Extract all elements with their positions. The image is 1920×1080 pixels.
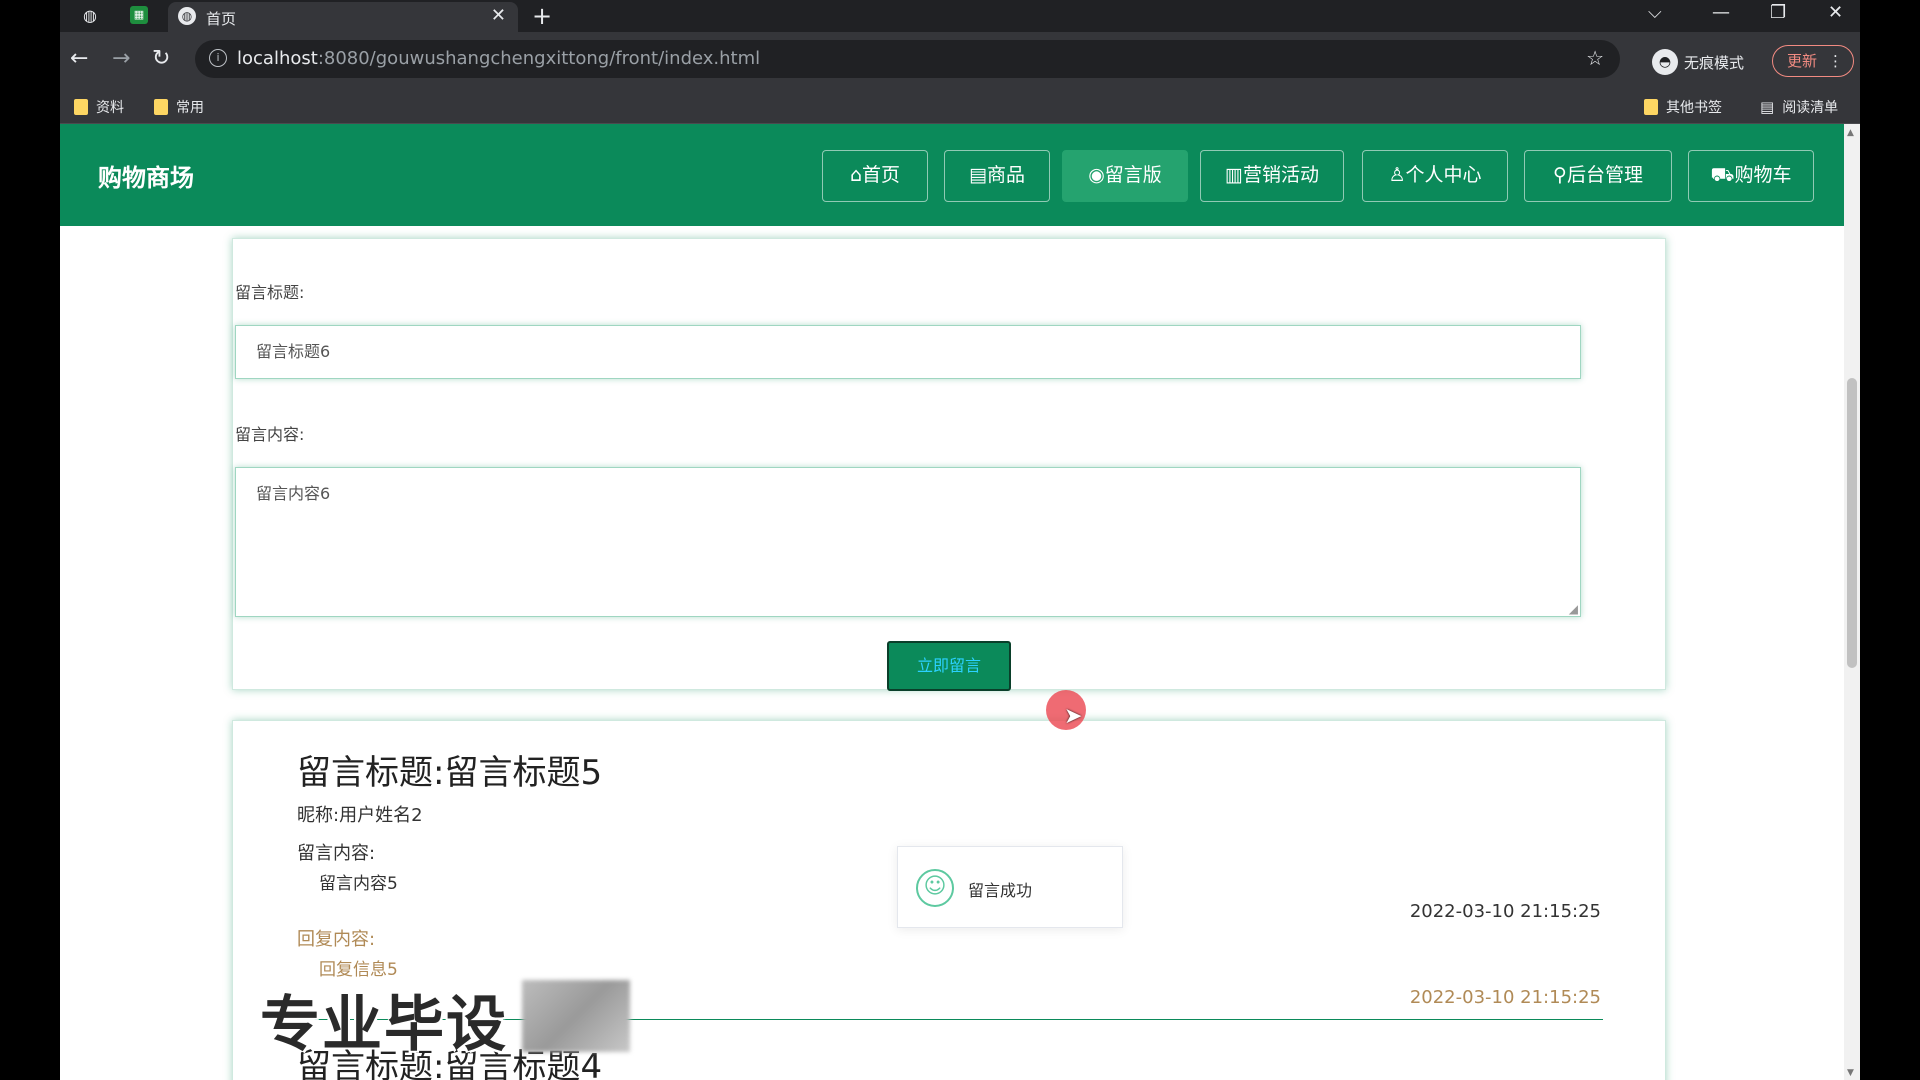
content-label: 留言内容: [235, 425, 305, 444]
browser-window: ◍ ▦ ◍ 首页 ✕ + ⌵ — ❐ ✕ ← → ↻ i localhost:8… [60, 0, 1860, 1080]
address-toolbar: ← → ↻ i localhost:8080/gouwushangchengxi… [60, 32, 1860, 88]
update-label: 更新 [1787, 52, 1818, 70]
bookmark-label: 常用 [176, 100, 204, 116]
tab-home[interactable]: ◍ 首页 ✕ [168, 2, 518, 32]
page-scrollbar[interactable]: ▲ ▼ [1844, 124, 1860, 1080]
reading-list[interactable]: ▤ 阅读清单 [1760, 97, 1838, 117]
message-time: 2022-03-10 21:15:25 [1409, 901, 1601, 922]
message-form-card: 留言标题: 留言标题6 留言内容: 留言内容6 ◢ 立即留言 [232, 238, 1666, 691]
url-host: localhost [237, 48, 318, 69]
minimize-icon[interactable]: — [1712, 2, 1730, 23]
new-tab-button[interactable]: + [532, 2, 552, 30]
scroll-up-icon[interactable]: ▲ [1847, 128, 1854, 138]
restore-icon[interactable]: ❐ [1770, 2, 1786, 23]
nav-admin[interactable]: ⚲后台管理 [1524, 150, 1672, 202]
message-title: 留言标题:留言标题5 [297, 753, 603, 793]
site-brand[interactable]: 购物商场 [98, 158, 194, 193]
nav-label: 购物车 [1734, 164, 1792, 186]
title-input[interactable]: 留言标题6 [235, 325, 1581, 379]
toast-text: 留言成功 [968, 881, 1033, 900]
reply-time: 2022-03-10 21:15:25 [1409, 987, 1601, 1008]
bookmark-star-icon[interactable]: ☆ [1586, 46, 1604, 70]
site-header: 购物商场 ⌂首页 ▤商品 ◉留言版 ▥营销活动 ♙个人中心 ⚲后台管理 ⛟购物车 [60, 124, 1844, 226]
resize-handle-icon[interactable]: ◢ [1569, 602, 1578, 616]
products-icon: ▤ [969, 164, 987, 186]
site-info-icon[interactable]: i [209, 49, 227, 67]
incognito-label: 无痕模式 [1684, 53, 1745, 72]
tab-strip: ◍ ▦ ◍ 首页 ✕ + ⌵ — ❐ ✕ [60, 0, 1860, 32]
smile-icon: ☺ [916, 869, 954, 907]
message-content: 留言内容5 [319, 874, 398, 894]
folder-icon [154, 99, 168, 115]
user-icon: ♙ [1388, 164, 1406, 186]
message-board-icon: ◉ [1088, 164, 1105, 186]
link-icon: ⚲ [1553, 164, 1567, 186]
message-nickname: 昵称:用户姓名2 [297, 805, 423, 826]
bookmark-label: 资料 [96, 100, 124, 116]
bookmark-label: 其他书签 [1666, 100, 1722, 116]
globe-icon: ◍ [178, 7, 196, 25]
other-bookmarks[interactable]: 其他书签 [1644, 97, 1722, 117]
nav-cart[interactable]: ⛟购物车 [1688, 150, 1814, 202]
bookmark-folder-ziliao[interactable]: 资料 [74, 97, 124, 117]
nav-label: 后台管理 [1566, 164, 1643, 186]
nav-label: 留言版 [1104, 164, 1162, 186]
tab-title: 首页 [206, 10, 237, 28]
incognito-indicator[interactable]: ◓ 无痕模式 [1652, 49, 1744, 75]
watermark-text: 专业毕设 [260, 990, 508, 1060]
browser-menu-icon[interactable]: ◍ [80, 6, 100, 26]
update-button[interactable]: 更新 ⋮ [1772, 45, 1854, 77]
close-window-icon[interactable]: ✕ [1828, 2, 1843, 23]
tab-search-icon[interactable]: ⌵ [1648, 2, 1662, 23]
folder-icon [1644, 99, 1658, 115]
message-content-label: 留言内容: [297, 843, 376, 864]
bookmark-folder-changyong[interactable]: 常用 [154, 97, 204, 117]
blurred-region [522, 980, 630, 1052]
url-path: :8080/gouwushangchengxittong/front/index… [317, 48, 761, 69]
kebab-menu-icon[interactable]: ⋮ [1828, 46, 1843, 76]
content-textarea[interactable]: 留言内容6 ◢ [235, 467, 1581, 617]
success-toast: ☺ 留言成功 [897, 846, 1123, 928]
url-bar[interactable]: i localhost:8080/gouwushangchengxittong/… [195, 40, 1620, 78]
mouse-cursor-icon: ➤ [1064, 704, 1083, 729]
nav-label: 个人中心 [1405, 164, 1482, 186]
title-label: 留言标题: [235, 283, 305, 302]
reading-list-icon: ▤ [1760, 98, 1775, 116]
bookmark-label: 阅读清单 [1782, 100, 1839, 116]
close-tab-icon[interactable]: ✕ [491, 5, 506, 26]
scrollbar-thumb[interactable] [1847, 378, 1857, 668]
folder-icon [74, 99, 88, 115]
page-viewport: 购物商场 ⌂首页 ▤商品 ◉留言版 ▥营销活动 ♙个人中心 ⚲后台管理 ⛟购物车… [60, 124, 1860, 1080]
reload-icon[interactable]: ↻ [152, 46, 170, 71]
nav-label: 营销活动 [1242, 164, 1319, 186]
home-icon: ⌂ [849, 164, 863, 186]
bookmarks-bar: 资料 常用 其他书签 ▤ 阅读清单 [60, 88, 1860, 124]
cart-icon: ⛟ [1710, 164, 1735, 186]
nav-products[interactable]: ▤商品 [944, 150, 1050, 202]
nav-label: 首页 [862, 164, 901, 186]
nav-label: 商品 [986, 164, 1025, 186]
submit-message-button[interactable]: 立即留言 [887, 641, 1011, 691]
content-textarea-value: 留言内容6 [256, 484, 331, 503]
sheet-tab-icon[interactable]: ▦ [130, 6, 148, 24]
url-text: localhost:8080/gouwushangchengxittong/fr… [237, 48, 760, 69]
nav-promotions[interactable]: ▥营销活动 [1200, 150, 1344, 202]
reply-label: 回复内容: [297, 929, 376, 950]
back-icon[interactable]: ← [70, 46, 88, 71]
nav-personal-center[interactable]: ♙个人中心 [1362, 150, 1508, 202]
scroll-down-icon[interactable]: ▼ [1847, 1068, 1854, 1078]
forward-icon[interactable]: → [112, 46, 130, 71]
nav-message-board[interactable]: ◉留言版 [1062, 150, 1188, 202]
nav-home[interactable]: ⌂首页 [822, 150, 928, 202]
incognito-icon: ◓ [1652, 49, 1678, 75]
promotions-icon: ▥ [1225, 164, 1243, 186]
